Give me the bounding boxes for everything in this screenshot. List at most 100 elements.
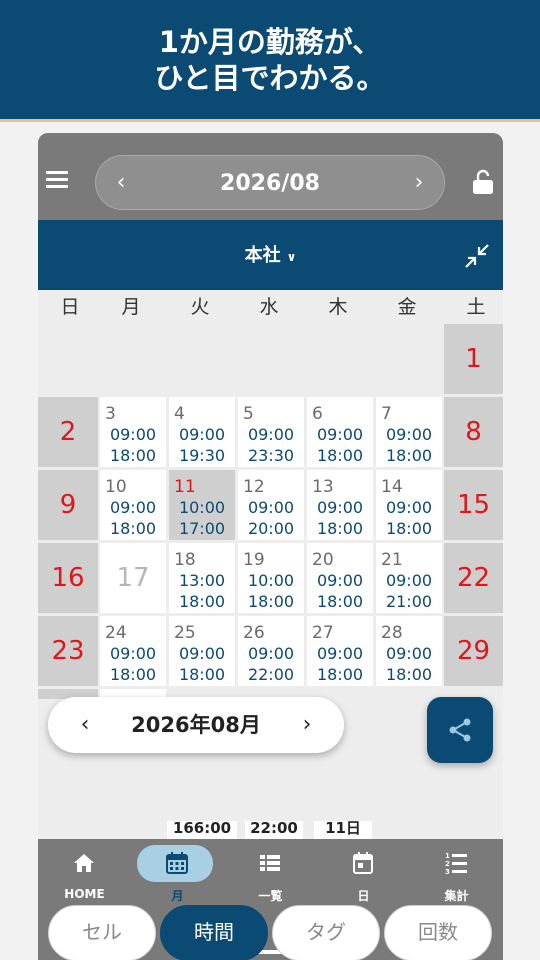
- calendar-cell-empty[interactable]: 17: [100, 543, 166, 613]
- shift-end: 20:00: [247, 519, 295, 538]
- collapse-arrows-icon[interactable]: [464, 243, 490, 269]
- shift-end: 18:00: [247, 592, 295, 611]
- calendar-cell-holiday[interactable]: 15: [444, 470, 503, 540]
- day-number: 21: [381, 550, 403, 570]
- calendar-cell-holiday[interactable]: 16: [38, 543, 98, 613]
- shift-end: 18:00: [385, 446, 433, 465]
- weekday-sat: 土: [466, 296, 486, 318]
- calendar-cell-holiday[interactable]: 1: [444, 324, 503, 394]
- app-screen: ‹ 2026/08 › 本社 ∨ 日 月 火 水 木 金 土 1 2 3 09:…: [38, 133, 503, 960]
- calendar-cell[interactable]: 24 09:00 18:00: [100, 616, 166, 686]
- numbered-list-icon: 123: [445, 852, 467, 875]
- summary-work-days: 11日: [314, 821, 372, 841]
- calendar-cell[interactable]: 21 09:00 21:00: [376, 543, 442, 613]
- calendar-cell[interactable]: 3 09:00 18:00: [100, 397, 166, 467]
- current-month-label[interactable]: 2026/08: [96, 156, 444, 211]
- day-number: 2: [59, 417, 77, 447]
- chevron-down-icon: ∨: [286, 250, 297, 264]
- shift-start: 09:00: [109, 644, 157, 663]
- calendar-cell-holiday[interactable]: 8: [444, 397, 503, 467]
- calendar-cell[interactable]: 25 09:00 18:00: [169, 616, 235, 686]
- banner-divider: [0, 119, 540, 122]
- calendar-cell-holiday[interactable]: 9: [38, 470, 98, 540]
- day-number: 14: [381, 477, 403, 497]
- shift-end: 19:30: [178, 446, 226, 465]
- calendar-cell[interactable]: 19 10:00 18:00: [238, 543, 304, 613]
- calendar-cell-holiday[interactable]: 2: [38, 397, 98, 467]
- shift-end: 18:00: [178, 592, 226, 611]
- day-number: 6: [312, 404, 323, 424]
- segment-cell[interactable]: セル: [48, 905, 156, 960]
- calendar-cell[interactable]: 10 09:00 18:00: [100, 470, 166, 540]
- shift-start: 09:00: [385, 644, 433, 663]
- day-number: 1: [465, 344, 482, 374]
- next-month-button[interactable]: ›: [404, 168, 434, 198]
- calendar-cell[interactable]: 12 09:00 20:00: [238, 470, 304, 540]
- calendar-cell[interactable]: 6 09:00 18:00: [307, 397, 373, 467]
- day-number: 23: [51, 636, 85, 666]
- calendar-cell[interactable]: 28 09:00 18:00: [376, 616, 442, 686]
- calendar-cell[interactable]: 4 09:00 19:30: [169, 397, 235, 467]
- shift-start: 10:00: [247, 571, 295, 590]
- promo-banner: 1か月の勤務が、 ひと目でわかる。: [0, 0, 540, 119]
- share-icon: [449, 718, 471, 742]
- segment-count[interactable]: 回数: [384, 905, 492, 960]
- weekday-header: 日 月 火 水 木 金 土: [38, 290, 503, 324]
- shift-start: 09:00: [385, 571, 433, 590]
- calendar-cell[interactable]: 7 09:00 18:00: [376, 397, 442, 467]
- day-number: 29: [456, 636, 491, 666]
- banner-line-2: ひと目でわかる。: [154, 61, 386, 95]
- nav-list-label: 一覧: [258, 889, 283, 903]
- calendar-cell[interactable]: 18 13:00 18:00: [169, 543, 235, 613]
- shift-start: 09:00: [109, 498, 157, 517]
- shift-end: 22:00: [247, 665, 295, 684]
- day-number: 25: [174, 623, 196, 643]
- shift-end: 18:00: [316, 446, 364, 465]
- day-number: 10: [105, 477, 127, 497]
- calendar-cell-selected[interactable]: 11 10:00 17:00: [169, 470, 235, 540]
- shift-end: 18:00: [316, 519, 364, 538]
- shift-start: 09:00: [247, 498, 295, 517]
- office-name: 本社: [244, 245, 281, 266]
- shift-end: 18:00: [385, 519, 433, 538]
- shift-start: 10:00: [178, 498, 226, 517]
- day-number: 8: [465, 417, 482, 447]
- shift-start: 09:00: [316, 425, 364, 444]
- day-number: 24: [105, 623, 127, 643]
- hamburger-menu-icon[interactable]: [46, 171, 68, 188]
- segment-tag[interactable]: タグ: [272, 905, 380, 960]
- shift-start: 09:00: [178, 425, 226, 444]
- next-month-button[interactable]: ›: [292, 710, 322, 740]
- calendar-cell[interactable]: 14 09:00 18:00: [376, 470, 442, 540]
- weekday-mon: 月: [121, 296, 141, 318]
- calendar-cell[interactable]: 5 09:00 23:30: [238, 397, 304, 467]
- calendar-cell[interactable]: 27 09:00 18:00: [307, 616, 373, 686]
- calendar-cell[interactable]: 26 09:00 22:00: [238, 616, 304, 686]
- shift-start: 09:00: [385, 498, 433, 517]
- month-navigator: ‹ 2026/08 ›: [95, 155, 445, 210]
- office-selector[interactable]: 本社 ∨: [38, 220, 503, 293]
- calendar-cell-holiday[interactable]: 22: [444, 543, 503, 613]
- day-number: 3: [105, 404, 116, 424]
- shift-start: 09:00: [316, 571, 364, 590]
- calendar-cell[interactable]: 13 09:00 18:00: [307, 470, 373, 540]
- shift-end: 23:30: [247, 446, 295, 465]
- calendar-cell-holiday[interactable]: 29: [444, 616, 503, 686]
- nav-day-label: 日: [357, 889, 370, 903]
- calendar-cell[interactable]: 20 09:00 18:00: [307, 543, 373, 613]
- summary-late-hours: 22:00: [245, 821, 303, 841]
- shift-end: 18:00: [316, 665, 364, 684]
- list-icon: [260, 855, 280, 871]
- day-number: 26: [243, 623, 265, 643]
- day-number: 20: [312, 550, 334, 570]
- shift-end: 18:00: [109, 665, 157, 684]
- shift-end: 18:00: [178, 665, 226, 684]
- share-button[interactable]: [427, 697, 493, 763]
- lock-icon[interactable]: [472, 169, 494, 195]
- calendar-cell-holiday[interactable]: 23: [38, 616, 98, 686]
- day-number: 5: [243, 404, 254, 424]
- banner-line-1: 1か月の勤務が、: [158, 25, 382, 59]
- segment-time[interactable]: 時間: [160, 905, 268, 960]
- home-icon: [74, 854, 94, 872]
- day-number: 12: [243, 477, 265, 497]
